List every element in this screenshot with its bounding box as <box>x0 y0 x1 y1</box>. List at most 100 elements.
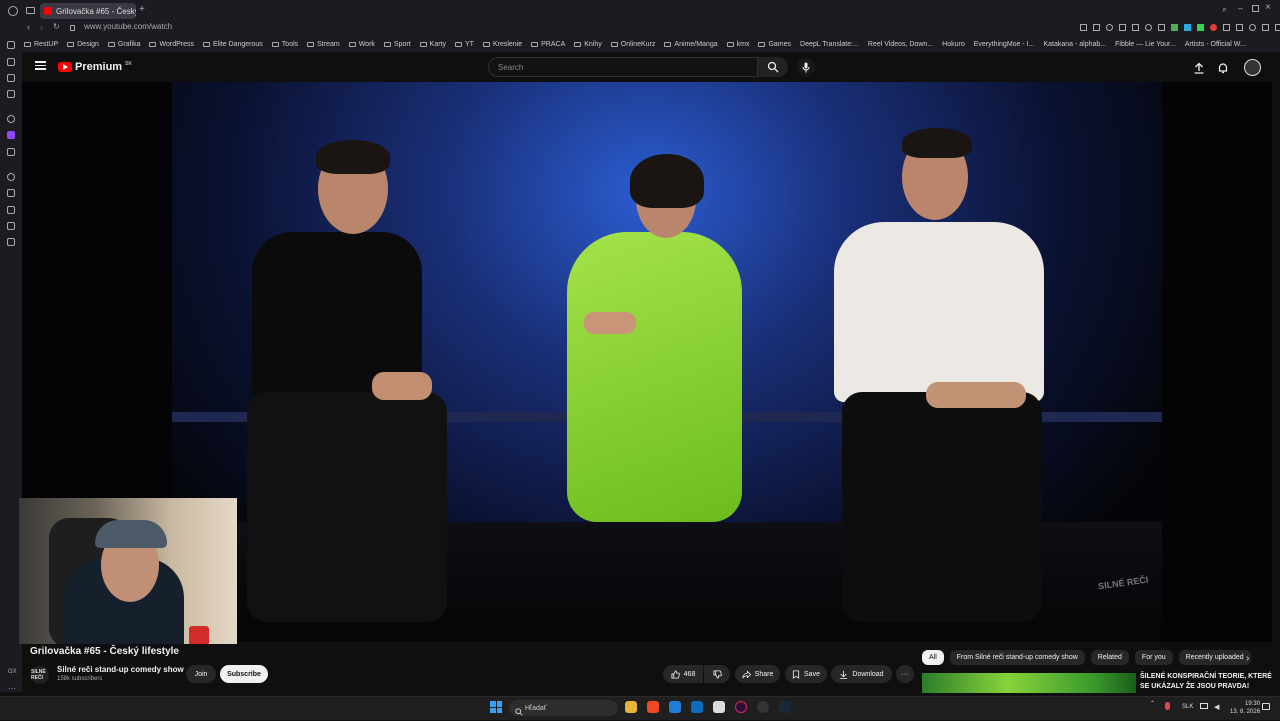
volume-icon[interactable]: ◀ <box>1214 703 1219 711</box>
extension-icon[interactable] <box>1249 24 1256 31</box>
sidebar-more-icon[interactable]: ··· <box>8 684 16 693</box>
search-input[interactable]: Search <box>488 57 758 77</box>
sidebar-history-icon[interactable] <box>7 173 15 181</box>
outlook-icon[interactable] <box>691 701 703 713</box>
bookmark-folder[interactable]: Sport <box>383 41 411 48</box>
chevron-right-icon[interactable]: › <box>1246 653 1249 664</box>
notifications-button[interactable] <box>1217 61 1229 79</box>
windows-start-icon[interactable] <box>490 701 502 713</box>
bookmark-folder[interactable]: Games <box>758 41 791 48</box>
bookmark-link[interactable]: Artists - Official W... <box>1185 41 1246 48</box>
sidebar-settings-icon[interactable] <box>7 115 15 123</box>
recommended-video-title[interactable]: ŠILENÉ KONSPIRAČNÍ TEORIE, KTERÉ SE UKÁZ… <box>1140 672 1275 692</box>
bookmark-folder[interactable]: Work <box>348 41 375 48</box>
save-button[interactable]: Save <box>785 665 827 683</box>
forward-icon[interactable]: › <box>40 22 43 32</box>
bookmark-folder[interactable]: Stream <box>307 41 340 48</box>
extension-icon[interactable] <box>1080 24 1087 31</box>
new-tab-icon[interactable]: + <box>139 4 145 15</box>
sidebar-player-icon[interactable] <box>7 90 15 98</box>
sidebar-play-icon[interactable] <box>7 189 15 197</box>
bookmark-folder[interactable]: Grafika <box>107 41 140 48</box>
bookmark-folder[interactable]: Tools <box>271 41 298 48</box>
sidebar-extension-icon[interactable] <box>7 206 15 214</box>
back-icon[interactable]: ‹ <box>27 22 30 32</box>
tray-overflow-icon[interactable]: ⌃ <box>1150 700 1155 707</box>
sidebar-discount-icon[interactable] <box>7 148 15 156</box>
close-window-icon[interactable]: × <box>1265 2 1271 13</box>
extension-icon[interactable] <box>1158 24 1165 31</box>
dislike-button[interactable] <box>704 665 730 683</box>
sidebar-twitch-icon[interactable] <box>7 131 15 139</box>
bookmark-link[interactable]: EverythingMoe - I... <box>974 41 1035 48</box>
more-actions-button[interactable]: ··· <box>896 665 914 683</box>
voice-search-button[interactable] <box>797 58 815 76</box>
bookmark-folder[interactable]: Elite Dangerous <box>202 41 263 48</box>
hamburger-menu-icon[interactable] <box>35 61 46 70</box>
bookmark-folder[interactable]: YT <box>455 41 474 48</box>
bookmark-folder[interactable]: WordPress <box>149 41 194 48</box>
active-tab[interactable]: Grilovačka #65 - Český lifes <box>40 3 136 19</box>
sidebar-gx-control-icon[interactable] <box>7 58 15 66</box>
system-clock[interactable]: 19:30 13. 8. 2026 <box>1230 700 1260 716</box>
sidebar-gx-badge[interactable]: GX <box>8 669 17 675</box>
extension-icon[interactable] <box>1210 24 1217 31</box>
like-button[interactable]: 468 <box>663 665 703 683</box>
brave-browser-icon[interactable] <box>647 701 659 713</box>
url-field[interactable]: www.youtube.com/watch <box>84 22 172 31</box>
bookmark-folder[interactable]: Kreslenie <box>482 41 522 48</box>
minimize-icon[interactable]: – <box>1238 3 1243 13</box>
bookmark-folder[interactable]: OnlineKurz <box>610 41 655 48</box>
extension-icon[interactable] <box>1262 24 1269 31</box>
obs-icon[interactable] <box>757 701 769 713</box>
file-explorer-icon[interactable] <box>625 701 637 713</box>
bookmark-folder[interactable]: Knihy <box>574 41 602 48</box>
chip-all[interactable]: All <box>922 650 944 665</box>
sidebar-gx-corner-icon[interactable] <box>7 74 15 82</box>
bookmark-folder[interactable]: PRACA <box>531 41 565 48</box>
chip-from-channel[interactable]: From Silné reči stand-up comedy show <box>949 650 1085 665</box>
extension-icon[interactable] <box>1236 24 1243 31</box>
bookmark-folder[interactable]: RestUP <box>24 41 58 48</box>
sidebar-flow-icon[interactable] <box>7 238 15 246</box>
create-upload-button[interactable] <box>1193 61 1205 79</box>
language-indicator[interactable]: SLK <box>1182 704 1193 710</box>
bookmark-folder[interactable]: kmx <box>726 41 749 48</box>
reload-icon[interactable]: ↻ <box>53 22 60 31</box>
youtube-logo[interactable]: Premium SK <box>58 61 132 73</box>
extension-icon[interactable] <box>1119 24 1126 31</box>
chip-for-you[interactable]: For you <box>1134 650 1173 665</box>
opera-gx-logo-icon[interactable] <box>8 6 18 16</box>
channel-avatar[interactable]: SILNÉ REČI <box>31 666 49 684</box>
heart-icon[interactable] <box>1145 24 1152 31</box>
network-icon[interactable] <box>1200 703 1208 709</box>
share-button[interactable]: Share <box>735 665 780 683</box>
subscribe-button[interactable]: Subscribe <box>220 665 268 683</box>
steam-icon[interactable] <box>779 701 791 713</box>
bookmark-folder[interactable]: Karty <box>419 41 446 48</box>
bookmark-link[interactable]: Hokuro <box>942 41 965 48</box>
microphone-tray-icon[interactable] <box>1165 702 1170 710</box>
sidebar-downloads-icon[interactable] <box>7 222 15 230</box>
bookmark-link[interactable]: Fibble — Lie Your... <box>1115 41 1176 48</box>
extension-icon[interactable] <box>1184 24 1191 31</box>
opera-gx-icon[interactable] <box>735 701 747 713</box>
chip-recently-uploaded[interactable]: Recently uploaded <box>1178 650 1251 665</box>
shield-icon[interactable] <box>1106 24 1113 31</box>
bookmark-link[interactable]: Katakana - alphab... <box>1043 41 1106 48</box>
sidebar-home-icon[interactable] <box>7 41 15 49</box>
extension-icon[interactable] <box>1197 24 1204 31</box>
channel-name[interactable]: Silné reči stand-up comedy show <box>57 665 184 674</box>
maximize-icon[interactable] <box>1252 5 1259 12</box>
tab-manager-icon[interactable] <box>26 7 35 14</box>
extension-icon[interactable] <box>1275 24 1280 31</box>
bookmark-folder[interactable]: Anime/Manga <box>664 41 718 48</box>
bookmark-folder[interactable]: Design <box>67 41 99 48</box>
taskbar-search[interactable]: Hľadať <box>509 700 618 716</box>
bookmark-link[interactable]: Reel Videos, Down... <box>868 41 933 48</box>
account-avatar[interactable] <box>1244 59 1261 76</box>
search-button[interactable] <box>758 57 788 77</box>
calendar-icon[interactable] <box>713 701 725 713</box>
search-tabs-icon[interactable]: ⌕ <box>1222 4 1227 15</box>
photoshop-icon[interactable] <box>669 701 681 713</box>
